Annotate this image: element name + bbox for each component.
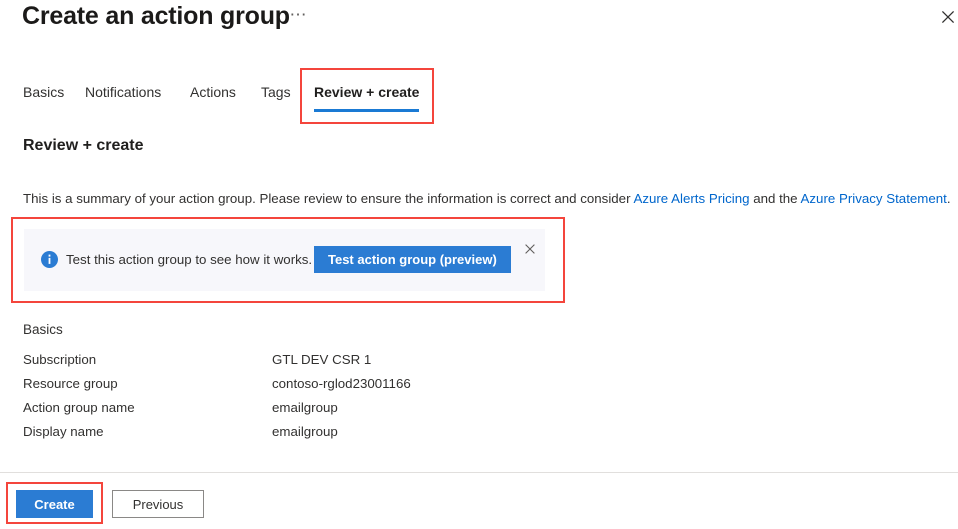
tab-strip: Basics Notifications Actions Tags Review… <box>0 76 958 116</box>
row-value: contoso-rglod23001166 <box>272 376 411 391</box>
blade-header: Create an action group ⋯ <box>0 0 958 62</box>
description-text-part-1: This is a summary of your action group. … <box>23 191 634 206</box>
info-banner: Test this action group to see how it wor… <box>24 229 545 291</box>
table-row: Display name emailgroup <box>23 424 543 448</box>
tab-actions[interactable]: Actions <box>190 76 236 110</box>
summary-description: This is a summary of your action group. … <box>23 190 951 208</box>
more-options-icon[interactable]: ⋯ <box>286 6 310 31</box>
page-title: Create an action group <box>22 2 290 30</box>
row-value: GTL DEV CSR 1 <box>272 352 372 367</box>
info-icon <box>41 251 58 268</box>
row-label: Display name <box>23 424 104 439</box>
tab-tags[interactable]: Tags <box>261 76 291 110</box>
tab-review-create[interactable]: Review + create <box>314 76 420 112</box>
create-button[interactable]: Create <box>16 490 93 518</box>
tab-label: Basics <box>23 84 65 100</box>
tab-label: Tags <box>261 84 291 100</box>
tab-label: Review + create <box>314 84 420 100</box>
row-label: Subscription <box>23 352 97 367</box>
page-section-heading: Review + create <box>23 137 144 154</box>
row-label: Resource group <box>23 376 118 391</box>
table-row: Resource group contoso-rglod23001166 <box>23 376 543 400</box>
azure-alerts-pricing-link[interactable]: Azure Alerts Pricing <box>633 191 749 206</box>
active-tab-indicator <box>314 109 420 112</box>
row-value: emailgroup <box>272 424 338 439</box>
description-text-part-2: and the <box>749 191 801 206</box>
row-label: Action group name <box>23 400 135 415</box>
tab-label: Notifications <box>85 84 162 100</box>
footer-action-bar: Create Previous <box>0 473 958 529</box>
description-text-part-3: . <box>946 191 951 206</box>
info-banner-text: Test this action group to see how it wor… <box>66 252 313 267</box>
basics-summary-table: Subscription GTL DEV CSR 1 Resource grou… <box>23 352 543 448</box>
tab-basics[interactable]: Basics <box>23 76 64 110</box>
basics-section-heading: Basics <box>23 322 63 337</box>
row-value: emailgroup <box>272 400 338 415</box>
azure-privacy-statement-link[interactable]: Azure Privacy Statement <box>801 191 947 206</box>
banner-close-icon[interactable] <box>521 240 539 258</box>
table-row: Subscription GTL DEV CSR 1 <box>23 352 543 376</box>
previous-button[interactable]: Previous <box>112 490 204 518</box>
table-row: Action group name emailgroup <box>23 400 543 424</box>
tab-notifications[interactable]: Notifications <box>85 76 161 110</box>
test-action-group-button[interactable]: Test action group (preview) <box>314 246 511 273</box>
tab-label: Actions <box>190 84 236 100</box>
close-icon[interactable] <box>936 5 958 29</box>
